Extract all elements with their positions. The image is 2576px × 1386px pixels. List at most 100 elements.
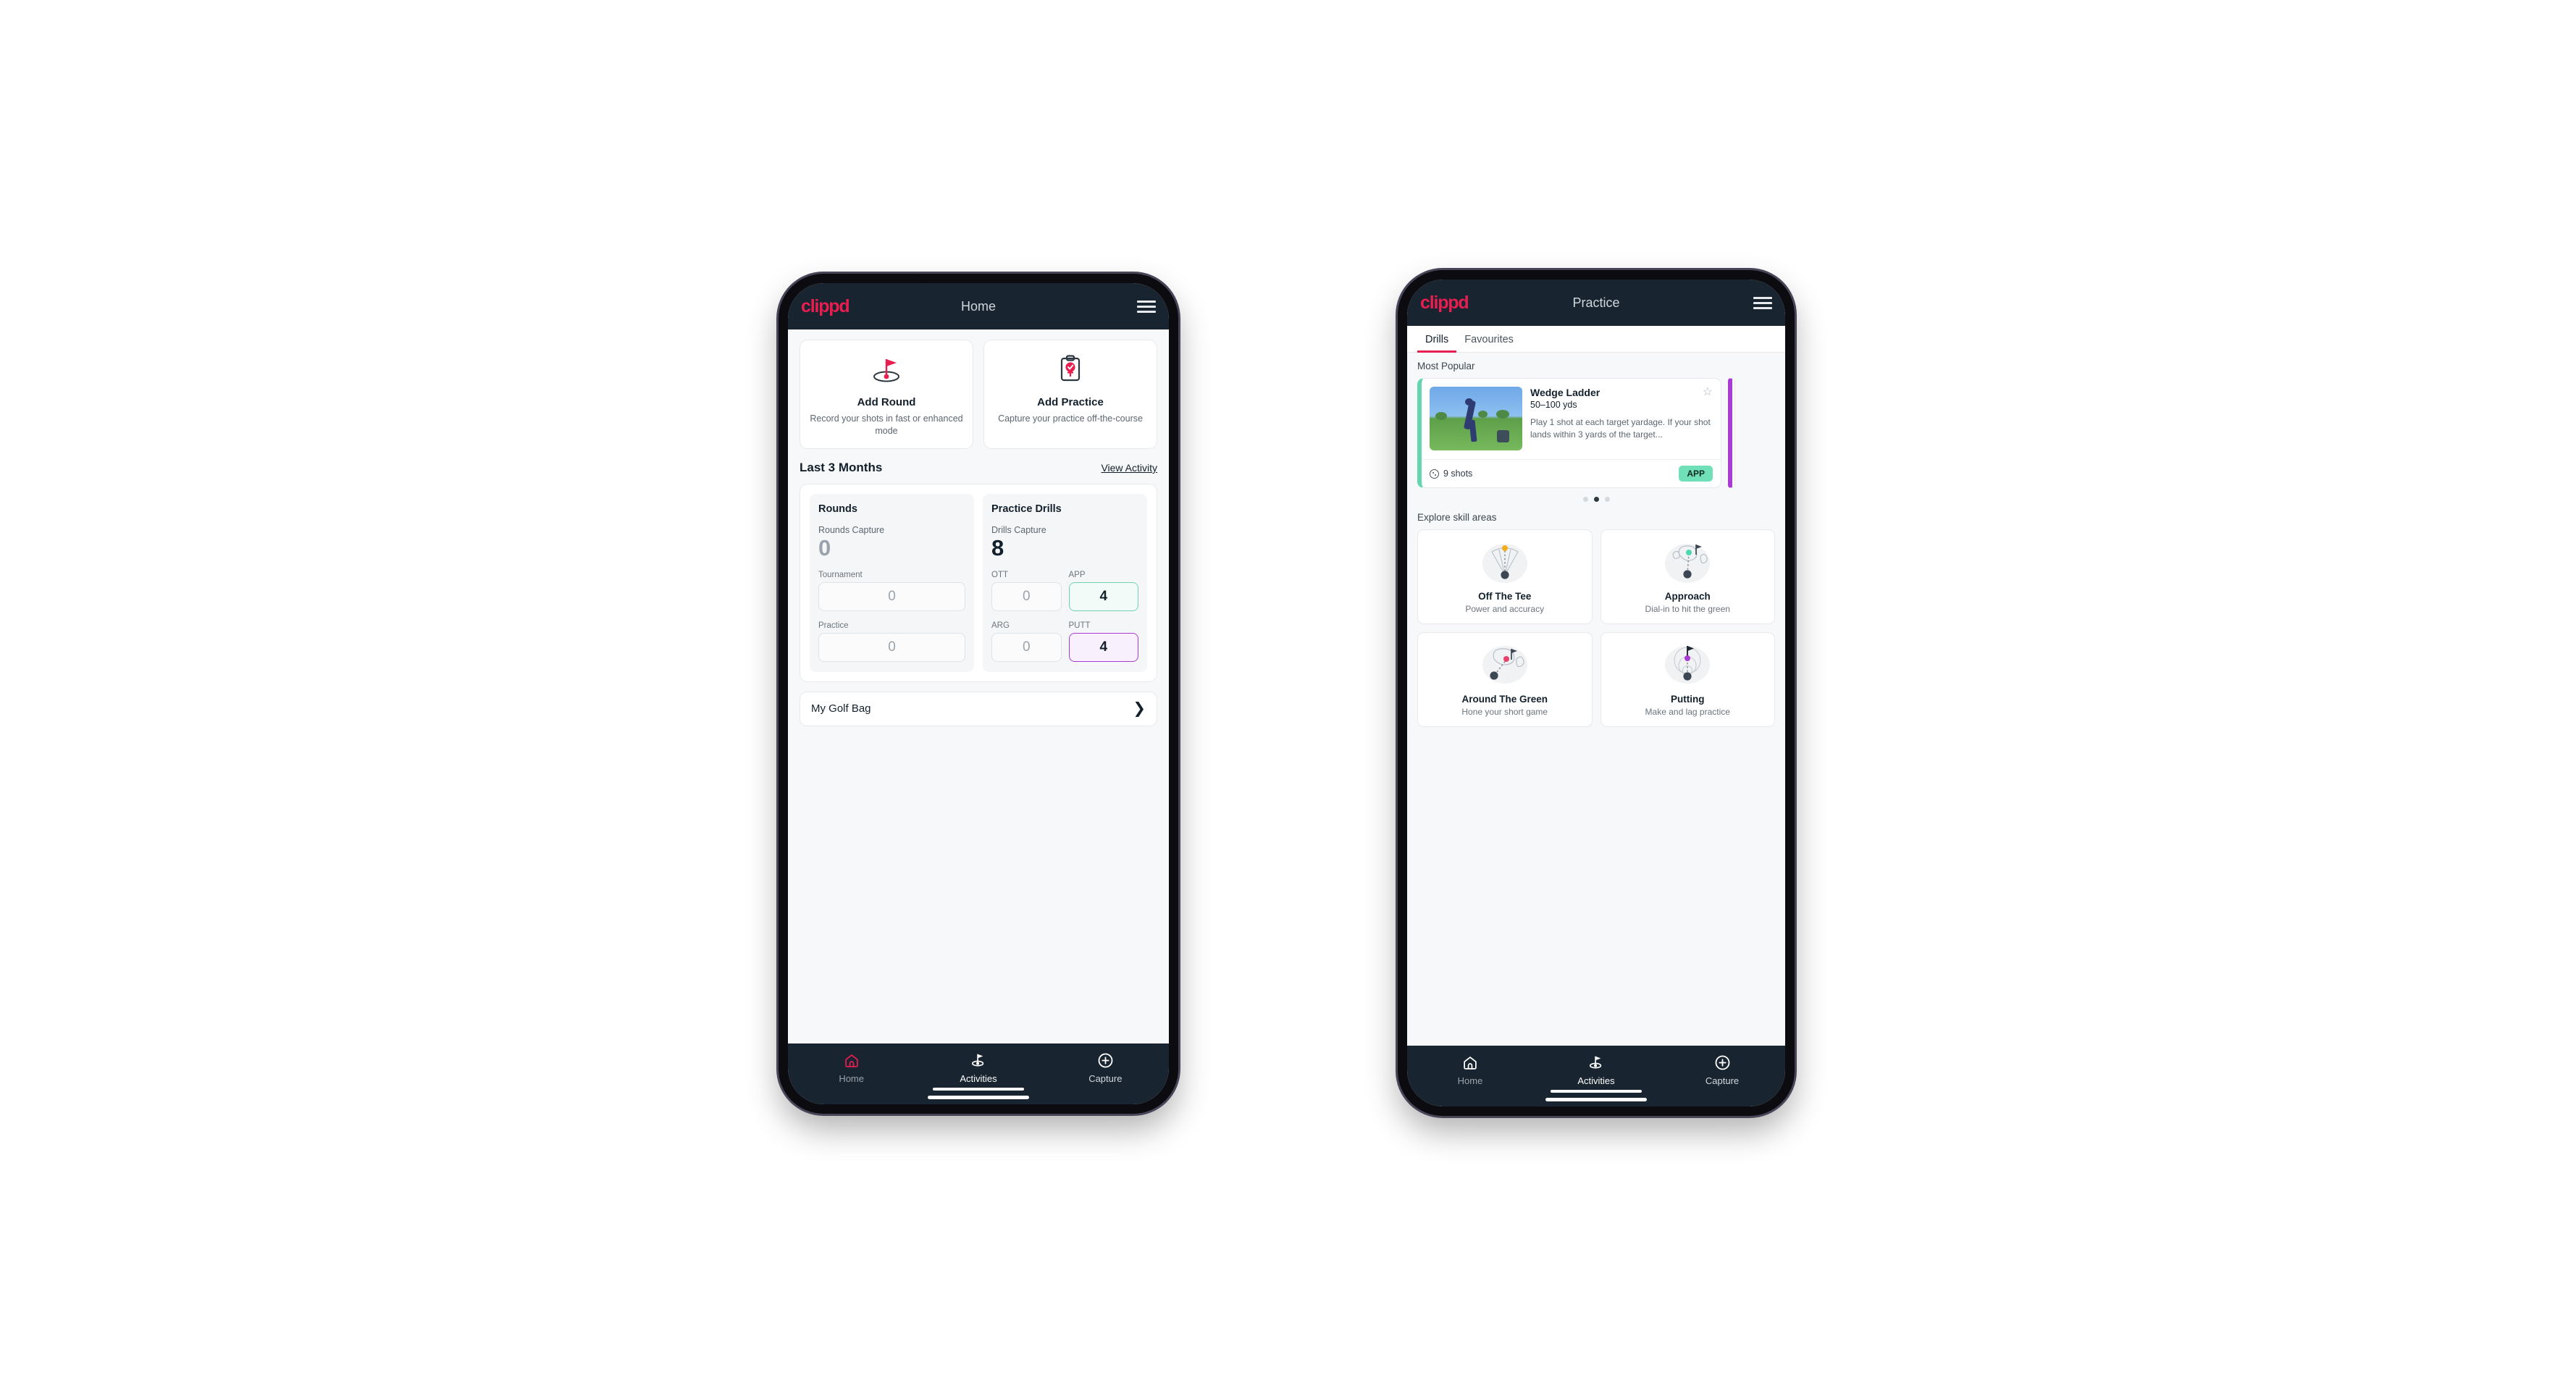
my-golf-bag-row[interactable]: My Golf Bag ❯	[800, 691, 1157, 726]
rounds-capture-value: 0	[818, 535, 831, 560]
drill-tag-app: APP	[1679, 466, 1713, 482]
app-value[interactable]: 4	[1068, 581, 1138, 611]
hamburger-icon[interactable]	[1137, 300, 1156, 313]
clipboard-check-icon	[991, 353, 1149, 386]
drill-shots: 9 shots	[1430, 469, 1472, 479]
green-approach-icon	[1607, 538, 1769, 586]
drill-card-next-peek[interactable]	[1728, 378, 1735, 488]
star-outline-icon[interactable]: ☆	[1703, 387, 1713, 398]
drill-shots-label: 9 shots	[1443, 469, 1473, 479]
nav-label-capture: Capture	[1088, 1073, 1123, 1084]
skill-areas-grid: Off The Tee Power and accuracy Approach …	[1417, 529, 1775, 727]
skill-name: Around The Green	[1461, 694, 1548, 705]
carousel-dot-3[interactable]	[1604, 497, 1610, 502]
carousel-dot-2[interactable]	[1593, 497, 1599, 502]
most-popular-heading: Most Popular	[1417, 361, 1475, 371]
skill-sub: Make and lag practice	[1645, 707, 1730, 717]
phone-mockup-home: clippd Home Add Round Record your shots …	[779, 274, 1178, 1114]
golf-ball-icon	[1430, 469, 1439, 479]
last-3-months-header: Last 3 Months View Activity	[800, 461, 1157, 475]
add-practice-card[interactable]: Add Practice Capture your practice off-t…	[983, 340, 1157, 449]
drill-card-wedge-ladder[interactable]: Wedge Ladder ☆ 50–100 yds Play 1 shot at…	[1417, 378, 1721, 488]
skill-card-off-the-tee[interactable]: Off The Tee Power and accuracy	[1417, 529, 1593, 624]
hamburger-icon[interactable]	[1753, 296, 1772, 309]
phone2-screen: clippd Practice Drills Favourites Most P…	[1407, 280, 1785, 1106]
quick-actions-row: Add Round Record your shots in fast or e…	[800, 340, 1157, 449]
plus-circle-icon	[1042, 1051, 1169, 1069]
add-practice-subtitle: Capture your practice off-the-course	[998, 413, 1143, 424]
skill-sub: Dial-in to hit the green	[1645, 604, 1730, 614]
skill-card-approach[interactable]: Approach Dial-in to hit the green	[1600, 529, 1775, 624]
app-label: APP	[1068, 570, 1086, 579]
skill-name: Off The Tee	[1478, 591, 1532, 602]
skill-sub: Power and accuracy	[1465, 604, 1545, 614]
nav-item-capture[interactable]: Capture	[1659, 1054, 1785, 1086]
nav-item-capture[interactable]: Capture	[1042, 1051, 1169, 1084]
nav-label-home: Home	[839, 1073, 864, 1084]
putt-label: PUTT	[1068, 621, 1091, 630]
skill-sub: Hone your short game	[1461, 707, 1548, 717]
phone-notch	[1538, 270, 1654, 276]
drill-thumbnail	[1430, 387, 1522, 450]
tee-fan-icon	[1424, 538, 1586, 586]
section-title: Last 3 Months	[800, 461, 883, 474]
nav-item-home[interactable]: Home	[788, 1051, 915, 1084]
phone2-content: Most Popular Wedge Ladder ☆ 50–100 yds P…	[1407, 353, 1785, 1046]
home-indicator	[1545, 1098, 1647, 1101]
app-bar: clippd Home	[788, 283, 1169, 329]
chip-green-icon	[1424, 641, 1586, 689]
nav-item-activities[interactable]: Activities	[1533, 1054, 1659, 1093]
phone-notch	[920, 274, 1036, 280]
putt-value[interactable]: 4	[1068, 632, 1138, 662]
golf-flag-icon	[915, 1051, 1041, 1069]
bottom-nav: Home Activities Capture	[788, 1043, 1169, 1104]
carousel-dot-1[interactable]	[1582, 497, 1588, 502]
tab-favourites[interactable]: Favourites	[1456, 326, 1522, 352]
ott-label: OTT	[991, 570, 1008, 579]
skill-name: Putting	[1671, 694, 1705, 705]
nav-label-capture: Capture	[1705, 1075, 1740, 1086]
add-round-title: Add Round	[857, 396, 916, 408]
view-activity-link[interactable]: View Activity	[1101, 462, 1157, 474]
tab-drills[interactable]: Drills	[1417, 326, 1457, 353]
add-round-card[interactable]: Add Round Record your shots in fast or e…	[800, 340, 973, 449]
skill-card-around-the-green[interactable]: Around The Green Hone your short game	[1417, 632, 1593, 727]
nav-item-activities[interactable]: Activities	[915, 1051, 1041, 1091]
skill-card-putting[interactable]: Putting Make and lag practice	[1600, 632, 1775, 727]
add-round-subtitle: Record your shots in fast or enhanced mo…	[810, 413, 963, 436]
drill-yardage: 50–100 yds	[1530, 400, 1577, 410]
carousel-dots[interactable]	[1417, 497, 1775, 502]
nav-label-activities: Activities	[960, 1073, 997, 1084]
clippd-logo[interactable]: clippd	[1420, 293, 1469, 312]
nav-label-home: Home	[1457, 1075, 1483, 1086]
add-practice-title: Add Practice	[1037, 396, 1104, 408]
skill-areas-heading: Explore skill areas	[1417, 512, 1497, 523]
plus-circle-icon	[1659, 1054, 1785, 1071]
my-golf-bag-label: My Golf Bag	[811, 702, 871, 715]
stats-card: Rounds Rounds Capture 0 Tournament 0 Pra…	[800, 484, 1157, 682]
practice-drills-column: Practice Drills Drills Capture 8 OTT 0 A…	[983, 494, 1147, 672]
arg-label: ARG	[991, 621, 1010, 630]
drill-carousel[interactable]: Wedge Ladder ☆ 50–100 yds Play 1 shot at…	[1417, 378, 1775, 488]
rounds-column: Rounds Rounds Capture 0 Tournament 0 Pra…	[810, 494, 974, 672]
bottom-nav: Home Activities Capture	[1407, 1046, 1785, 1106]
practice-label: Practice	[818, 621, 849, 630]
app-bar: clippd Practice	[1407, 280, 1785, 326]
nav-item-home[interactable]: Home	[1407, 1054, 1533, 1086]
golf-flag-hole-icon	[807, 353, 965, 386]
phone1-content: Add Round Record your shots in fast or e…	[788, 329, 1169, 1043]
home-indicator	[928, 1096, 1029, 1099]
tournament-value[interactable]: 0	[818, 581, 965, 611]
putting-rings-icon	[1607, 641, 1769, 689]
drills-capture-label: Drills Capture	[991, 525, 1046, 535]
arg-value[interactable]: 0	[991, 632, 1062, 662]
ott-value[interactable]: 0	[991, 581, 1062, 611]
phone1-screen: clippd Home Add Round Record your shots …	[788, 283, 1169, 1104]
clippd-logo[interactable]: clippd	[801, 297, 850, 316]
skill-name: Approach	[1664, 591, 1711, 602]
phone-mockup-practice: clippd Practice Drills Favourites Most P…	[1398, 270, 1795, 1116]
tab-bar: Drills Favourites	[1407, 326, 1785, 353]
drill-description: Play 1 shot at each target yardage. If y…	[1530, 417, 1711, 440]
practice-value[interactable]: 0	[818, 632, 965, 662]
rounds-capture-label: Rounds Capture	[818, 525, 885, 535]
